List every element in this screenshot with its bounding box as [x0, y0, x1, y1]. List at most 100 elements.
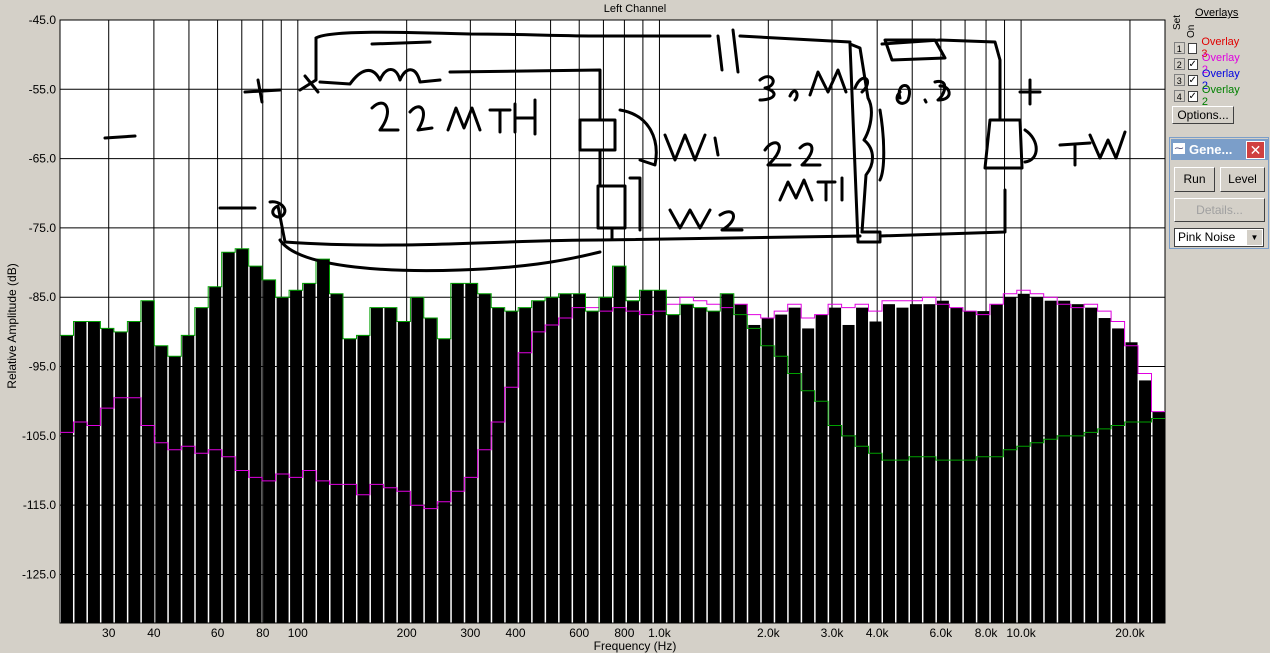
bar — [640, 290, 653, 623]
bar — [519, 307, 532, 623]
bar — [1125, 342, 1138, 623]
chevron-down-icon[interactable]: ▼ — [1247, 230, 1262, 245]
overlay-set-button[interactable]: 3 — [1174, 74, 1185, 86]
options-button[interactable]: Options... — [1172, 106, 1234, 124]
details-button[interactable]: Details... — [1174, 198, 1265, 222]
bar — [775, 314, 788, 623]
bar — [478, 293, 491, 623]
bar — [909, 304, 922, 623]
overlays-header: Overlays — [1195, 7, 1239, 19]
overlay-set-button[interactable]: 4 — [1174, 90, 1185, 102]
bar — [61, 335, 73, 623]
bar — [963, 311, 976, 623]
bar — [707, 311, 720, 623]
bar — [990, 304, 1003, 623]
x-tick-label: 300 — [460, 626, 480, 640]
bar — [896, 307, 909, 623]
x-tick-label: 80 — [256, 626, 270, 640]
bar — [397, 321, 410, 623]
bar — [168, 356, 181, 623]
chart-title: Left Channel — [603, 3, 667, 15]
bar — [923, 304, 936, 623]
run-button[interactable]: Run — [1174, 167, 1215, 192]
bar — [330, 293, 343, 623]
bar — [802, 328, 815, 623]
y-tick-labels: -45.0 -55.0 -65.0 -75.0 -85.0 -95.0 -105.0 -115… — [22, 13, 56, 581]
bar — [465, 283, 478, 623]
generator-icon: ⁓ — [1173, 143, 1185, 154]
bar — [1139, 380, 1152, 623]
bar — [263, 279, 276, 623]
x-tick-label: 20.0k — [1115, 626, 1145, 640]
bar — [748, 324, 761, 623]
bar — [586, 311, 599, 623]
y-tick-label: -55.0 — [29, 82, 57, 96]
bar — [182, 335, 195, 623]
bar — [87, 321, 100, 623]
bar — [249, 266, 262, 623]
y-tick-label: -125.0 — [22, 567, 56, 581]
bar — [155, 345, 168, 623]
bar — [977, 311, 990, 623]
overlay-row: 4 ✓ Overlay 2 — [1174, 84, 1242, 108]
overlay-checkbox[interactable]: ✓ — [1187, 90, 1198, 102]
x-tick-label: 100 — [288, 626, 308, 640]
chart-area: -45.0 -55.0 -65.0 -75.0 -85.0 -95.0 -105.0 -115… — [5, 13, 1166, 653]
bar — [303, 283, 316, 623]
y-tick-label: -115.0 — [23, 498, 56, 512]
level-button[interactable]: Level — [1220, 167, 1265, 192]
bar — [1098, 318, 1111, 623]
bar — [74, 321, 87, 623]
bar — [600, 297, 612, 623]
y-axis-label: Relative Amplitude (dB) — [5, 263, 19, 388]
bar — [317, 259, 330, 623]
x-tick-label: 800 — [614, 626, 634, 640]
bar — [694, 307, 707, 623]
bar — [343, 338, 356, 623]
bar — [653, 290, 666, 623]
bar — [290, 290, 303, 623]
bar — [370, 307, 383, 623]
overlay-checkbox[interactable] — [1187, 42, 1198, 54]
x-tick-label: 40 — [147, 626, 161, 640]
bar — [222, 252, 235, 624]
bar — [667, 314, 680, 623]
bar — [1112, 328, 1125, 623]
bar — [411, 297, 424, 623]
x-tick-label: 1.0k — [648, 626, 672, 640]
x-tick-label: 200 — [397, 626, 417, 640]
bar — [1152, 411, 1165, 623]
set-column-label: Set — [1172, 14, 1183, 30]
bar — [1017, 293, 1030, 623]
x-tick-label: 60 — [211, 626, 225, 640]
bar — [721, 293, 734, 623]
y-tick-label: -85.0 — [29, 290, 57, 304]
bar — [424, 318, 437, 623]
x-tick-label: 3.0k — [821, 626, 845, 640]
bar — [829, 307, 842, 623]
close-icon[interactable]: ✕ — [1246, 141, 1265, 159]
bar — [788, 307, 801, 623]
overlay-checkbox[interactable]: ✓ — [1187, 74, 1198, 86]
bar — [451, 283, 464, 623]
bar — [492, 307, 505, 623]
bar — [1031, 297, 1044, 623]
bar — [1004, 297, 1017, 623]
x-tick-label: 30 — [102, 626, 116, 640]
overlay-label[interactable]: Overlay 2 — [1202, 84, 1242, 108]
on-column-label: On — [1186, 24, 1197, 38]
bar — [505, 311, 518, 623]
bar — [950, 307, 963, 623]
bar — [101, 328, 114, 623]
bar — [546, 297, 559, 623]
bar — [856, 307, 869, 623]
bar — [573, 293, 586, 623]
y-tick-label: -75.0 — [29, 221, 57, 235]
overlay-set-button[interactable]: 2 — [1174, 58, 1185, 70]
signal-select-value: Pink Noise — [1178, 230, 1236, 244]
signal-select[interactable]: Pink Noise ▼ — [1174, 228, 1264, 247]
overlay-checkbox[interactable]: ✓ — [1187, 58, 1198, 70]
overlay-set-button[interactable]: 1 — [1174, 42, 1185, 54]
bar — [141, 300, 154, 623]
bar — [1058, 300, 1071, 623]
